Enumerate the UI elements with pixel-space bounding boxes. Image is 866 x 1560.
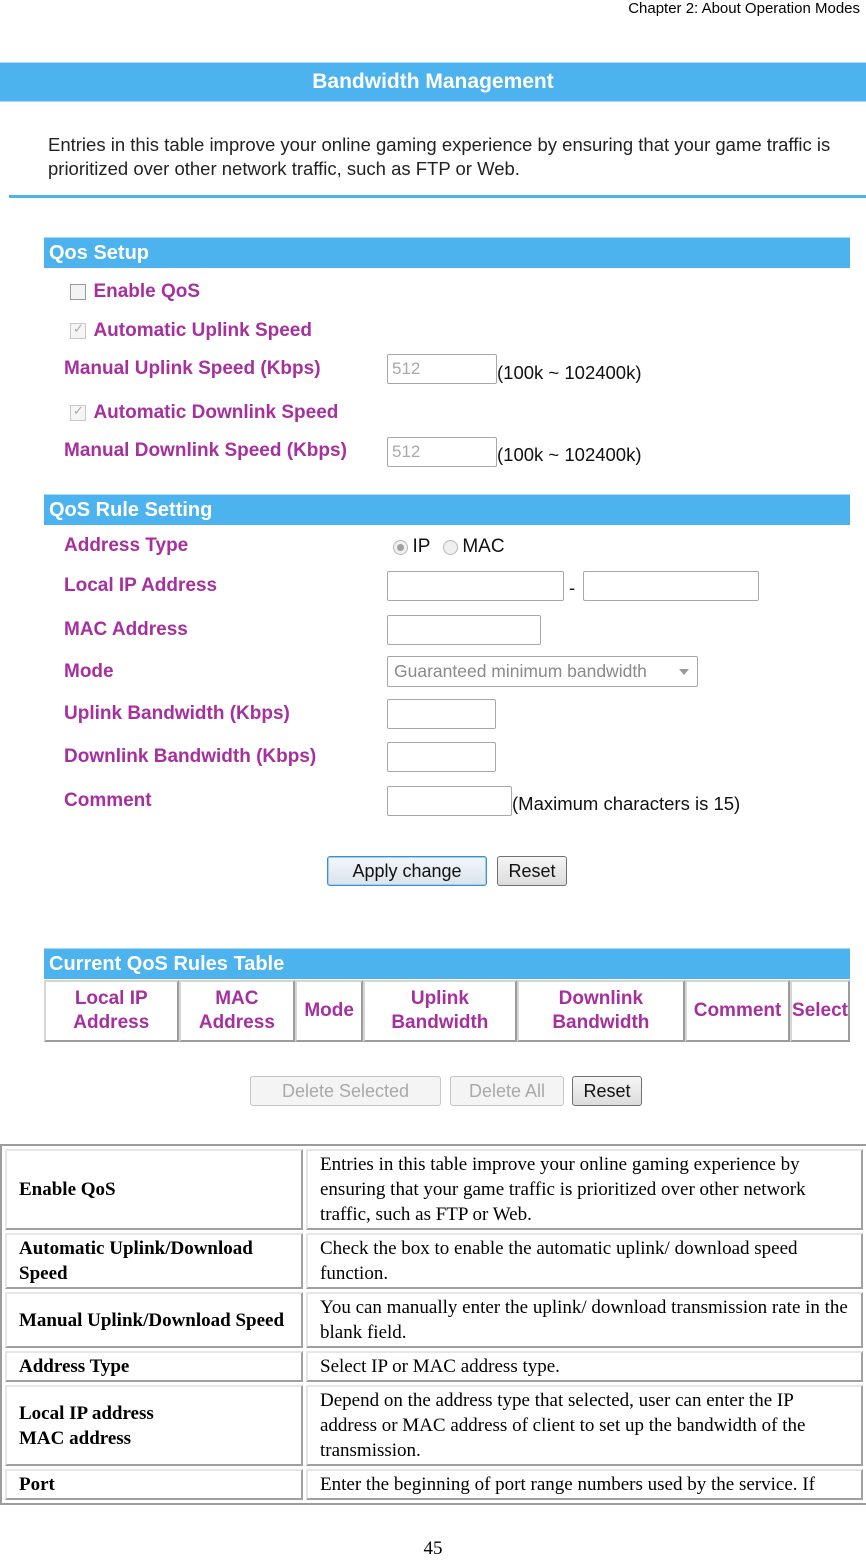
local-ip-start-input[interactable] xyxy=(387,571,564,601)
chevron-down-icon xyxy=(679,669,689,675)
description-table: Enable QoS Entries in this table improve… xyxy=(0,1144,866,1505)
delete-all-button[interactable]: Delete All xyxy=(450,1076,564,1106)
desc-key: Local IP address MAC address xyxy=(5,1385,303,1466)
desc-key: Automatic Uplink/Download Speed xyxy=(5,1233,303,1289)
manual-downlink-input[interactable]: 512 xyxy=(387,437,497,467)
reset-table-button[interactable]: Reset xyxy=(572,1076,642,1106)
manual-uplink-label: Manual Uplink Speed (Kbps) xyxy=(64,358,321,379)
manual-uplink-input[interactable]: 512 xyxy=(387,354,497,384)
auto-downlink-checkbox[interactable] xyxy=(70,403,86,421)
address-type-mac-label: MAC xyxy=(462,536,505,557)
desc-value: Select IP or MAC address type. xyxy=(306,1351,863,1382)
desc-key: Manual Uplink/Download Speed xyxy=(5,1292,303,1348)
table-row: Automatic Uplink/Download Speed Check th… xyxy=(5,1233,863,1289)
comment-label: Comment xyxy=(64,790,152,811)
address-type-label: Address Type xyxy=(64,535,189,556)
local-ip-separator: - xyxy=(569,577,576,598)
page-number: 45 xyxy=(423,1538,443,1559)
downlink-bandwidth-input[interactable] xyxy=(387,742,496,772)
desc-value: Check the box to enable the automatic up… xyxy=(306,1233,863,1289)
uplink-bandwidth-input[interactable] xyxy=(387,699,496,729)
qos-setup-header: Qos Setup xyxy=(44,237,850,268)
enable-qos-row: Enable QoS xyxy=(70,281,200,303)
uplink-bandwidth-label: Uplink Bandwidth (Kbps) xyxy=(64,703,290,724)
divider xyxy=(9,195,866,198)
intro-text: Entries in this table improve your onlin… xyxy=(48,134,831,179)
desc-key: Enable QoS xyxy=(5,1149,303,1230)
mac-address-label: MAC Address xyxy=(64,619,188,640)
auto-uplink-checkbox[interactable] xyxy=(70,321,86,339)
column-local-ip: Local IP Address xyxy=(44,980,179,1042)
auto-downlink-label: Automatic Downlink Speed xyxy=(93,402,339,423)
local-ip-end-input[interactable] xyxy=(583,571,759,601)
rules-table: Local IP Address MAC Address Mode Uplink Ba… xyxy=(44,980,850,1042)
address-type-ip-label: IP xyxy=(412,536,431,557)
table-row: Address Type Select IP or MAC address ty… xyxy=(5,1351,863,1382)
desc-key: Address Type xyxy=(5,1351,303,1382)
address-type-ip-radio[interactable] xyxy=(393,539,408,555)
desc-value: Entries in this table improve your onlin… xyxy=(306,1149,863,1230)
table-row: Manual Uplink/Download Speed You can man… xyxy=(5,1292,863,1348)
enable-qos-label: Enable QoS xyxy=(93,281,201,302)
column-mac-address: MAC Address xyxy=(178,980,296,1042)
address-type-radio-group: IP MAC xyxy=(393,536,505,558)
address-type-mac-radio[interactable] xyxy=(442,539,458,555)
mode-select[interactable]: Guaranteed minimum bandwidth xyxy=(387,656,698,687)
desc-value: You can manually enter the uplink/ downl… xyxy=(306,1292,863,1348)
column-comment: Comment xyxy=(685,980,791,1042)
chapter-header: Chapter 2: About Operation Modes xyxy=(628,0,860,17)
auto-downlink-row: Automatic Downlink Speed xyxy=(70,402,338,424)
delete-selected-button[interactable]: Delete Selected xyxy=(250,1076,441,1106)
mode-label: Mode xyxy=(64,661,114,682)
rules-table-header: Current QoS Rules Table xyxy=(44,948,850,979)
table-row: Enable QoS Entries in this table improve… xyxy=(5,1149,863,1230)
rules-table-header-row: Local IP Address MAC Address Mode Uplink Ba… xyxy=(44,980,850,1042)
local-ip-label: Local IP Address xyxy=(64,575,218,596)
enable-qos-checkbox[interactable] xyxy=(70,284,86,300)
desc-value: Depend on the address type that selected… xyxy=(306,1385,863,1466)
desc-value: Enter the beginning of port range number… xyxy=(306,1469,863,1500)
auto-uplink-row: Automatic Uplink Speed xyxy=(70,320,312,342)
column-select: Select xyxy=(790,980,850,1042)
manual-downlink-hint: (100k ~ 102400k) xyxy=(497,444,642,465)
mac-address-input[interactable] xyxy=(387,615,541,645)
manual-downlink-label: Manual Downlink Speed (Kbps) xyxy=(64,440,347,461)
column-downlink-bandwidth: Downlink Bandwidth xyxy=(516,980,686,1042)
manual-uplink-hint: (100k ~ 102400k) xyxy=(497,362,642,383)
mode-selected-value: Guaranteed minimum bandwidth xyxy=(394,661,647,681)
apply-change-button[interactable]: Apply change xyxy=(327,856,487,886)
comment-hint: (Maximum characters is 15) xyxy=(512,793,741,814)
page-banner-title: Bandwidth Management xyxy=(0,62,866,102)
column-uplink-bandwidth: Uplink Bandwidth xyxy=(363,980,517,1042)
auto-uplink-label: Automatic Uplink Speed xyxy=(93,320,312,341)
downlink-bandwidth-label: Downlink Bandwidth (Kbps) xyxy=(64,746,317,767)
desc-key: Port xyxy=(5,1469,303,1500)
comment-input[interactable] xyxy=(387,786,512,816)
qos-rule-header: QoS Rule Setting xyxy=(44,494,850,525)
column-mode: Mode xyxy=(295,980,364,1042)
table-row: Port Enter the beginning of port range n… xyxy=(5,1469,863,1500)
table-row: Local IP address MAC address Depend on th… xyxy=(5,1385,863,1466)
reset-rule-button[interactable]: Reset xyxy=(497,856,567,886)
